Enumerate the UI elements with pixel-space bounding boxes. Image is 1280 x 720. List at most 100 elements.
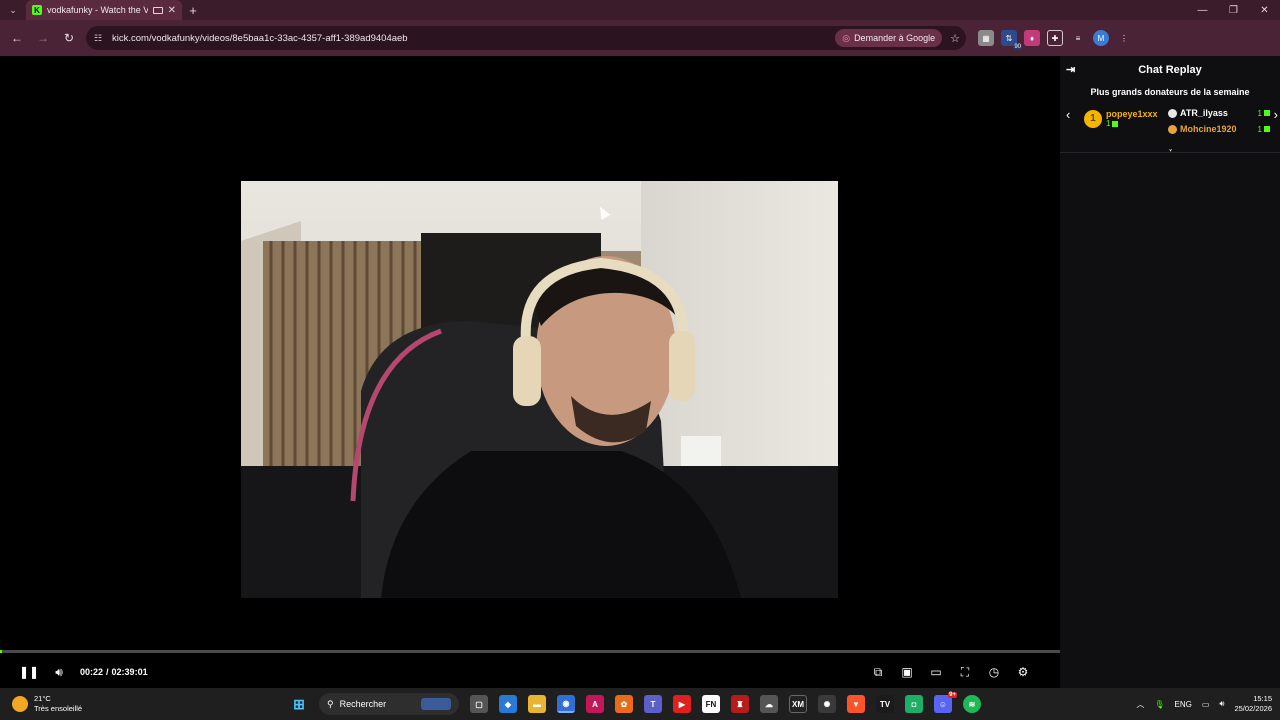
playback-speed-icon[interactable]: ◷ <box>985 663 1003 681</box>
minimize-icon[interactable]: — <box>1187 0 1218 20</box>
taskbar-search[interactable]: ⚲ Rechercher <box>319 693 459 715</box>
system-tray: ︿ 🎙︎ ENG ▭ 🔊︎ 15:15 25/02/2026 <box>1136 694 1280 714</box>
extensions-puzzle-icon[interactable]: ✚ <box>1047 30 1063 46</box>
teams-icon[interactable]: T <box>644 695 662 713</box>
video-frame[interactable] <box>241 181 838 598</box>
fl-studio-icon[interactable]: ✿ <box>615 695 633 713</box>
tray-overflow-icon[interactable]: ︿ <box>1136 699 1144 710</box>
bookmark-star-icon[interactable]: ☆ <box>950 32 960 45</box>
kick-favicon-icon: K <box>32 5 42 15</box>
top-donors-title: Plus grands donateurs de la semaine <box>1090 87 1250 97</box>
shield-extension-icon[interactable]: ♦ <box>1024 30 1040 46</box>
app-fn-icon[interactable]: FN <box>702 695 720 713</box>
taskbar-apps: ⊞ ⚲ Rechercher ▢ ◆ ▬ ◉ A ✿ T ▶ FN ♜ ☁ XM… <box>290 692 981 715</box>
microphone-icon[interactable]: 🎙︎ <box>1154 700 1164 709</box>
fullscreen-icon[interactable]: ⛶ <box>956 663 974 681</box>
theater-mode-icon[interactable]: ▭ <box>927 663 945 681</box>
donor-second[interactable]: ATR_ilyass 1 <box>1168 108 1278 118</box>
donor-name: Mohcine1920 <box>1180 124 1237 134</box>
duration: 02:39:01 <box>111 667 148 677</box>
bronze-medal-icon <box>1168 124 1177 134</box>
spotify-icon[interactable]: ≋ <box>963 695 981 713</box>
weather-condition: Très ensoleillé <box>34 704 83 713</box>
network-icon[interactable]: ▭ <box>1202 700 1210 709</box>
new-tab-button[interactable]: + <box>182 3 204 18</box>
temperature: 21°C <box>34 694 51 703</box>
forward-button[interactable]: → <box>32 27 54 49</box>
profile-avatar[interactable]: M <box>1093 30 1109 46</box>
donor-count: 1 <box>1257 124 1262 134</box>
volume-button[interactable]: 🔊︎ <box>50 663 68 681</box>
task-view-icon[interactable]: ▢ <box>470 695 488 713</box>
file-explorer-icon[interactable]: ▬ <box>528 695 546 713</box>
seek-bar[interactable] <box>0 650 1060 653</box>
steam-icon[interactable]: ☁ <box>760 695 778 713</box>
chevron-left-icon[interactable]: ‹ <box>1066 107 1070 122</box>
player-right-controls: ⧉ ▣ ▭ ⛶ ◷ ⚙ <box>869 663 1032 681</box>
video-player[interactable]: ❚❚ 🔊︎ 00:22 / 02:39:01 ⧉ ▣ ▭ ⛶ ◷ ⚙ <box>0 56 1060 688</box>
collapse-chat-icon[interactable]: ⇥ <box>1066 63 1075 76</box>
clip-icon[interactable]: ▣ <box>898 663 916 681</box>
pause-button[interactable]: ❚❚ <box>19 663 39 681</box>
silver-medal-icon <box>1168 108 1177 118</box>
webcam-video-image <box>241 181 838 598</box>
gold-medal-icon: 1 <box>1084 109 1102 128</box>
maximize-icon[interactable]: ❐ <box>1218 0 1249 20</box>
search-highlight-icon <box>421 698 451 710</box>
app-green-icon[interactable]: ◘ <box>905 695 923 713</box>
clock[interactable]: 15:15 25/02/2026 <box>1234 694 1272 714</box>
back-button[interactable]: ← <box>6 27 28 49</box>
extension-badge-icon[interactable]: ⇅ 90 <box>1001 30 1022 50</box>
speaker-icon[interactable]: 🔊︎ <box>1219 699 1224 709</box>
app-red-icon[interactable]: ♜ <box>731 695 749 713</box>
seek-bar-progress <box>0 650 3 653</box>
time-separator: / <box>106 667 109 677</box>
clock-time: 15:15 <box>1253 694 1272 703</box>
copilot-icon[interactable]: ◆ <box>499 695 517 713</box>
donor-third[interactable]: Mohcine1920 1 <box>1168 124 1278 134</box>
reading-list-icon[interactable]: ≡ <box>1070 30 1086 46</box>
browser-menu-icon[interactable]: ⋮ <box>1116 30 1132 46</box>
donor-count: 1 <box>1257 108 1262 118</box>
address-bar[interactable]: ☷ kick.com/vodkafunky/videos/8e5baa1c-33… <box>86 26 966 50</box>
site-info-icon[interactable]: ☷ <box>92 32 104 44</box>
chat-header: ⇥ Chat Replay <box>1060 56 1280 84</box>
close-tab-icon[interactable]: ✕ <box>168 5 176 16</box>
brave-icon[interactable]: ▼ <box>847 695 865 713</box>
browser-tab-bar: ⌄ K vodkafunky - Watch the VO ✕ + — ❐ ✕ <box>0 0 1280 20</box>
youtube-icon[interactable]: ▶ <box>673 695 691 713</box>
donor-name: popeye1xxx <box>1106 109 1158 119</box>
settings-gear-icon[interactable]: ⚙ <box>1014 663 1032 681</box>
search-label: Rechercher <box>339 699 387 709</box>
extension-icon[interactable]: ▦ <box>978 30 994 46</box>
language-indicator[interactable]: ENG <box>1175 700 1192 709</box>
app-xm-icon[interactable]: XM <box>789 695 807 713</box>
reload-button[interactable]: ↻ <box>58 27 80 49</box>
browser-tab[interactable]: K vodkafunky - Watch the VO ✕ <box>26 0 182 20</box>
chatgpt-icon[interactable]: ✺ <box>818 695 836 713</box>
ask-google-button[interactable]: ◎ Demander à Google <box>835 29 943 47</box>
chrome-icon[interactable]: ◉ <box>557 695 575 713</box>
kicks-icon <box>1264 110 1270 117</box>
app-a-icon[interactable]: A <box>586 695 604 713</box>
close-window-icon[interactable]: ✕ <box>1249 0 1280 20</box>
windows-start-icon[interactable]: ⊞ <box>290 695 308 713</box>
player-controls: ❚❚ 🔊︎ 00:22 / 02:39:01 ⧉ ▣ ▭ ⛶ ◷ ⚙ <box>0 660 1060 684</box>
tab-search-icon[interactable]: ⌄ <box>0 0 26 20</box>
ask-google-label: Demander à Google <box>854 33 936 43</box>
window-controls: — ❐ ✕ <box>1187 0 1280 20</box>
extensions-area: ▦ ⇅ 90 ♦ ✚ ≡ M ⋮ <box>978 30 1132 50</box>
divider <box>1060 152 1280 153</box>
sun-icon <box>12 696 28 712</box>
time-display: 00:22 / 02:39:01 <box>80 667 148 677</box>
weather-widget[interactable]: 21°C Très ensoleillé <box>0 694 290 714</box>
kicks-icon <box>1264 126 1270 133</box>
discord-icon[interactable]: ☺ 9+ <box>934 692 957 713</box>
chevron-right-icon[interactable]: › <box>1274 107 1278 122</box>
discord-badge: 9+ <box>948 692 957 698</box>
picture-in-picture-icon[interactable]: ⧉ <box>869 663 887 681</box>
clock-date: 25/02/2026 <box>1234 704 1272 713</box>
donor-first[interactable]: 1 popeye1xxx 1 <box>1084 109 1158 128</box>
tradingview-icon[interactable]: TV <box>876 695 894 713</box>
lens-icon: ◎ <box>842 32 851 43</box>
